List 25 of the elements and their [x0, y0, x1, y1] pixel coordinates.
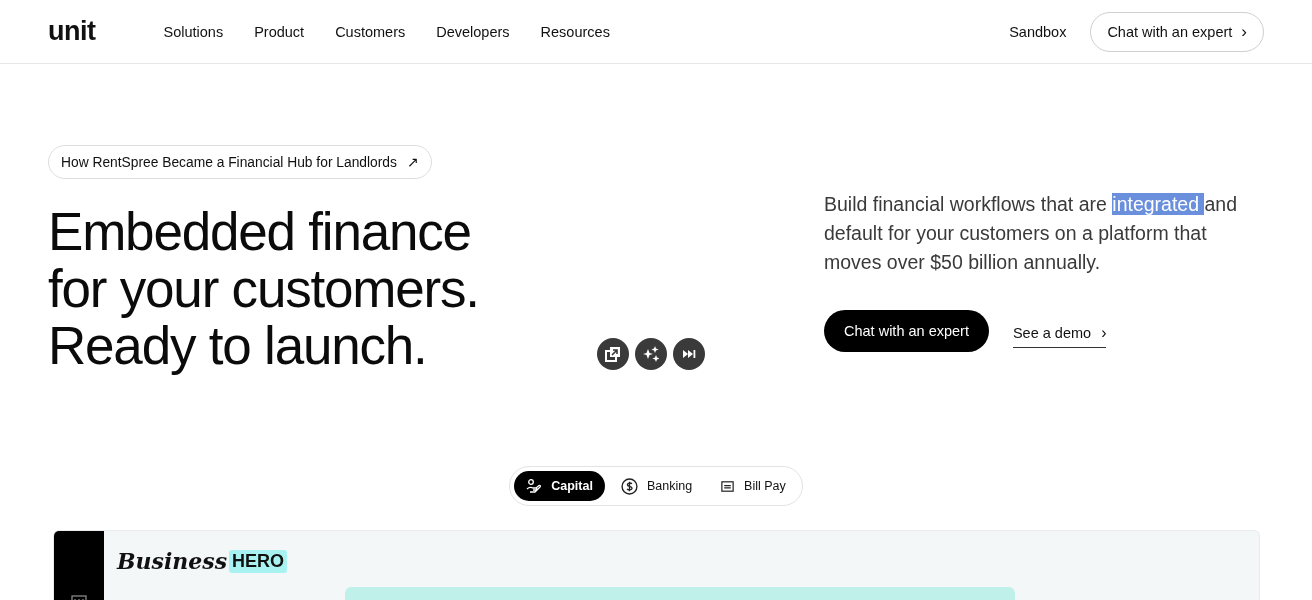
- sparkle-button[interactable]: [635, 338, 668, 370]
- headline: Embedded finance for your customers. Ready to launch.: [48, 203, 480, 374]
- brand-badge: HERO: [229, 549, 288, 573]
- receipt-icon: [720, 478, 736, 494]
- nav-link[interactable]: Product: [254, 23, 305, 40]
- hand-coin-icon: [526, 478, 543, 494]
- demo-link[interactable]: See a demo ›: [1012, 314, 1107, 348]
- product-tab[interactable]: Capital: [514, 471, 605, 501]
- nav-link[interactable]: Developers: [436, 23, 510, 40]
- sparkle-icon: [643, 346, 660, 362]
- nav-link[interactable]: Resources: [540, 23, 610, 40]
- product-tab[interactable]: Banking: [608, 471, 705, 501]
- skip-forward-button[interactable]: [673, 338, 706, 370]
- chat-button[interactable]: Chat with an expert: [824, 310, 989, 352]
- logo[interactable]: unit: [48, 18, 96, 45]
- sandbox-link[interactable]: Sandbox: [1009, 23, 1067, 40]
- popout-icon: [605, 346, 622, 362]
- brand-logo-script: Business: [117, 548, 228, 574]
- popout-button[interactable]: [597, 338, 630, 370]
- dollar-coin-icon: [620, 477, 638, 495]
- chat-button[interactable]: Chat with an expert ›: [1090, 11, 1264, 52]
- hero-description: Build financial workflows that are integrated and default for your customers on a platform that moves over $50 billion annually.: [824, 192, 1238, 275]
- nav-link[interactable]: Customers: [335, 23, 406, 40]
- product-tab[interactable]: Bill Pay: [708, 471, 798, 501]
- nav-link[interactable]: Solutions: [163, 23, 224, 40]
